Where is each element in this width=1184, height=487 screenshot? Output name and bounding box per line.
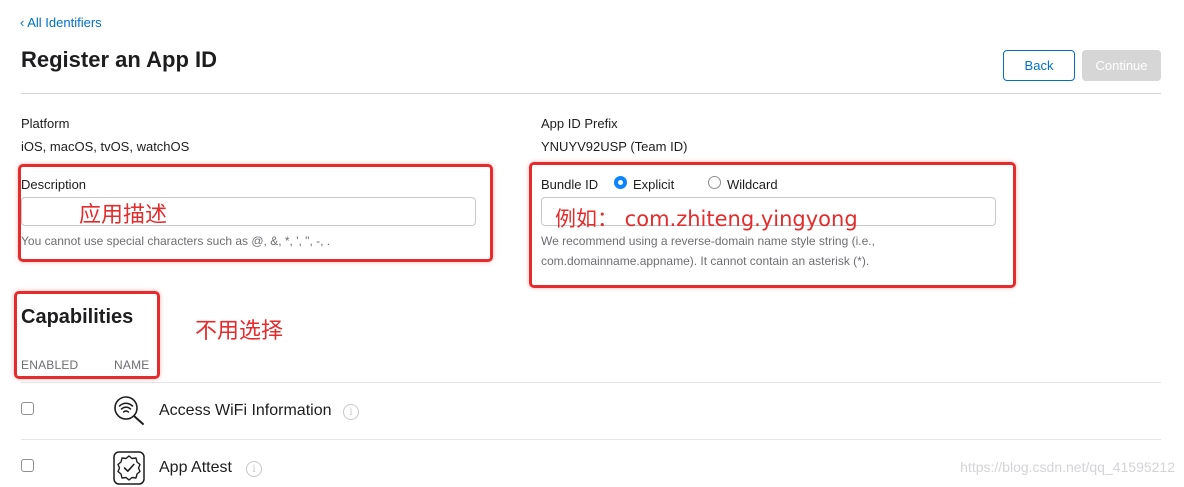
platform-value: iOS, macOS, tvOS, watchOS — [21, 139, 190, 154]
watermark: https://blog.csdn.net/qq_41595212 — [960, 459, 1175, 475]
continue-button[interactable]: Continue — [1082, 50, 1161, 81]
table-header-divider — [21, 382, 1161, 383]
app-attest-checkbox[interactable] — [21, 459, 34, 472]
info-icon[interactable]: i — [246, 461, 262, 477]
access-wifi-checkbox[interactable] — [21, 402, 34, 415]
all-identifiers-link[interactable]: ‹ All Identifiers — [20, 15, 102, 30]
page-title: Register an App ID — [21, 47, 217, 72]
row-divider — [21, 439, 1161, 440]
capability-name: App Attest — [159, 459, 232, 476]
description-annotation-text: 应用描述 — [79, 203, 168, 228]
header-divider — [21, 93, 1161, 94]
capabilities-annotation-box — [14, 291, 160, 379]
capability-name: Access WiFi Information — [159, 402, 332, 419]
platform-label: Platform — [21, 116, 70, 131]
verified-badge-icon — [112, 450, 146, 487]
bundle-annotation-text: 例如： com.zhiteng.yingyong — [555, 207, 858, 231]
wifi-search-icon — [112, 394, 146, 431]
prefix-value: YNUYV92USP (Team ID) — [541, 139, 688, 154]
info-icon[interactable]: i — [343, 404, 359, 420]
prefix-label: App ID Prefix — [541, 116, 618, 131]
capabilities-annotation-text: 不用选择 — [195, 319, 284, 344]
back-button[interactable]: Back — [1003, 50, 1075, 81]
